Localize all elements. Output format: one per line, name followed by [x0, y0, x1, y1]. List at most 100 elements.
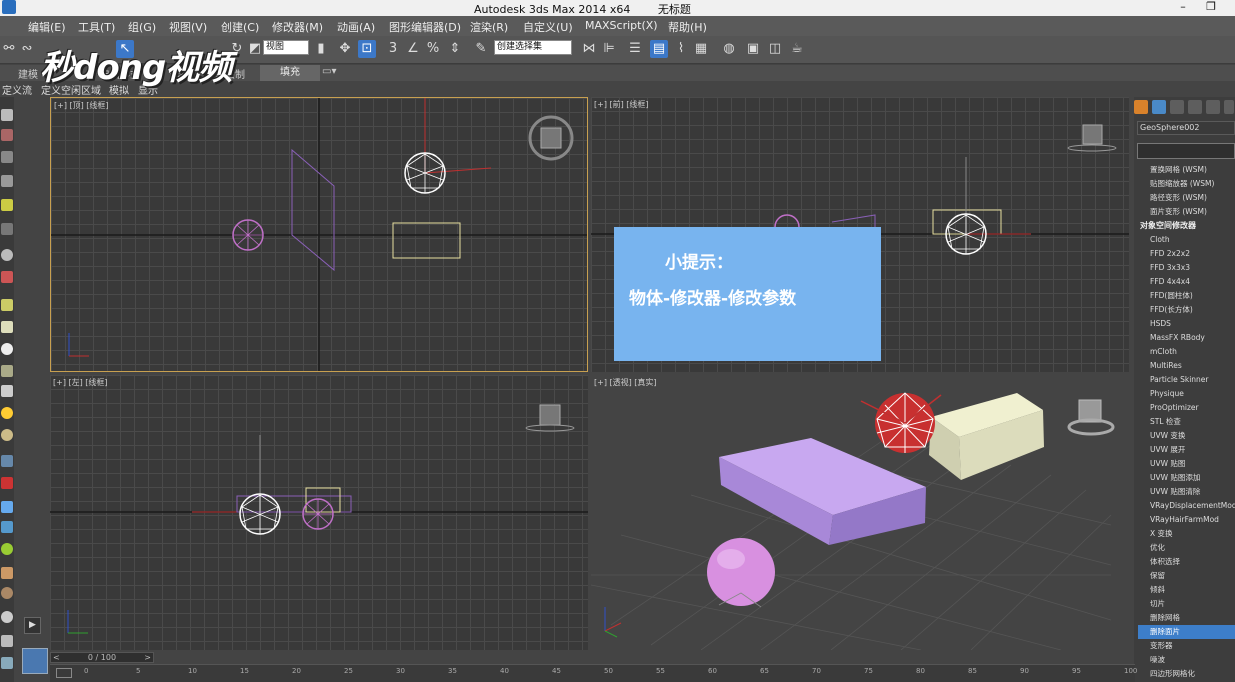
torus-tool-icon[interactable] — [1, 429, 13, 441]
timeline-config-icon[interactable] — [56, 668, 72, 678]
modifier-list-item[interactable]: 贴图缩放器 (WSM) — [1138, 177, 1235, 191]
modifier-list-item[interactable]: UVW 贴图添加 — [1138, 471, 1235, 485]
modifier-list-item[interactable]: 保留 — [1138, 569, 1235, 583]
hierarchy-tab-icon[interactable] — [1170, 100, 1184, 114]
modifier-list-item[interactable]: 倾斜 — [1138, 583, 1235, 597]
pen-tool-icon[interactable] — [1, 477, 13, 489]
menu-graph-editors[interactable]: 图形编辑器(D) — [389, 19, 461, 35]
modifier-list-item[interactable]: FFD 3x3x3 — [1138, 261, 1235, 275]
viewport-left[interactable]: [+] [左] [线框] — [50, 375, 588, 650]
modifier-list-item[interactable]: UVW 展开 — [1138, 443, 1235, 457]
box-tool-icon[interactable] — [1, 299, 13, 311]
render-setup-icon[interactable]: ▣ — [744, 40, 762, 58]
modify-tab-icon[interactable] — [1152, 100, 1166, 114]
edit-named-selection-icon[interactable]: ✎ — [472, 40, 490, 58]
modifier-list-item[interactable]: 体积选择 — [1138, 555, 1235, 569]
manipulate-icon[interactable]: ⊡ — [358, 40, 376, 58]
sphere-tool-icon[interactable] — [1, 249, 13, 261]
utilities-tab-icon[interactable] — [1224, 100, 1234, 114]
modifier-list-item[interactable]: 面片变形 (WSM) — [1138, 205, 1235, 219]
paint-brush-icon[interactable] — [1, 501, 13, 513]
viewport-top[interactable]: [+] [顶] [线框] — [50, 97, 588, 372]
schematic-view-icon[interactable]: ▦ — [692, 40, 710, 58]
modifier-list-item[interactable]: ProOptimizer — [1138, 401, 1235, 415]
paint-icon[interactable] — [1, 129, 13, 141]
menu-edit[interactable]: 编辑(E) — [28, 19, 66, 35]
modifier-list-item[interactable]: Cloth — [1138, 233, 1235, 247]
figure-tool-icon[interactable] — [1, 657, 13, 669]
tube-tool-icon[interactable] — [1, 365, 13, 377]
display-tab-icon[interactable] — [1206, 100, 1220, 114]
modifier-list-item[interactable]: FFD(圆柱体) — [1138, 289, 1235, 303]
modifier-list-item[interactable]: Particle Skinner — [1138, 373, 1235, 387]
menu-tools[interactable]: 工具(T) — [78, 19, 115, 35]
texture-tool-icon[interactable] — [1, 587, 13, 599]
modifier-list-item[interactable]: mCloth — [1138, 345, 1235, 359]
modifier-list-item[interactable]: 删除网格 — [1138, 611, 1235, 625]
percent-snap-icon[interactable]: % — [424, 40, 442, 58]
menu-help[interactable]: 帮助(H) — [668, 19, 707, 35]
menu-rendering[interactable]: 渲染(R) — [470, 19, 508, 35]
modifier-list-item[interactable]: UVW 贴图 — [1138, 457, 1235, 471]
dots-tool-icon[interactable] — [1, 455, 13, 467]
app-logo-icon[interactable] — [2, 0, 16, 14]
menu-modifiers[interactable]: 修改器(M) — [272, 19, 323, 35]
angle-snap-icon[interactable]: ∠ — [404, 40, 422, 58]
brush-icon[interactable] — [1, 109, 13, 121]
modifier-list-item[interactable]: 路径变形 (WSM) — [1138, 191, 1235, 205]
snap-3d-icon[interactable]: 3 — [384, 40, 402, 58]
modifier-list-item[interactable]: 置换网格 (WSM) — [1138, 163, 1235, 177]
modifier-list-item[interactable]: MassFX RBody — [1138, 331, 1235, 345]
modifier-list-item[interactable]: X 变换 — [1138, 527, 1235, 541]
mirror-icon[interactable]: ⋈ — [580, 40, 598, 58]
modifier-list-item[interactable]: STL 检查 — [1138, 415, 1235, 429]
pivot-icon[interactable]: ▮ — [312, 40, 330, 58]
marker-tool-icon[interactable] — [1, 223, 13, 235]
time-slider-next[interactable]: > — [144, 653, 151, 662]
menu-animation[interactable]: 动画(A) — [337, 19, 375, 35]
menu-maxscript[interactable]: MAXScript(X) — [585, 19, 658, 32]
named-selection-set[interactable]: 创建选择集 — [494, 40, 572, 55]
red-tool-icon[interactable] — [1, 271, 13, 283]
menu-create[interactable]: 创建(C) — [221, 19, 259, 35]
create-tab-icon[interactable] — [1134, 100, 1148, 114]
modifier-list-item[interactable]: VRayHairFarmMod — [1138, 513, 1235, 527]
time-slider-prev[interactable]: < — [53, 653, 60, 662]
unlink-icon[interactable]: ∾ — [18, 40, 36, 58]
modifier-list-item[interactable]: 变形器 — [1138, 639, 1235, 653]
modifier-list-dropdown[interactable] — [1137, 143, 1235, 159]
modifier-list-item[interactable]: 噪波 — [1138, 653, 1235, 667]
move-icon[interactable]: ✥ — [336, 40, 354, 58]
highlight-tool-icon[interactable] — [1, 199, 13, 211]
modifier-list-item[interactable]: 切片 — [1138, 597, 1235, 611]
cylinder-tool-icon[interactable] — [1, 321, 13, 333]
modifier-list-item[interactable]: 删除面片 — [1138, 625, 1235, 639]
modifier-list-item[interactable]: Physique — [1138, 387, 1235, 401]
scene-explorer-icon[interactable]: ▤ — [650, 40, 668, 58]
cone-tool-icon[interactable] — [1, 385, 13, 397]
snow-tool-icon[interactable] — [1, 635, 13, 647]
modifier-list-item[interactable]: UVW 贴图清除 — [1138, 485, 1235, 499]
time-slider[interactable]: < 0 / 100 > — [50, 652, 154, 663]
viewport-perspective[interactable]: [+] [透视] [真实] — [591, 375, 1129, 650]
modifier-list-item[interactable]: 优化 — [1138, 541, 1235, 555]
modifier-list-item[interactable]: FFD(长方体) — [1138, 303, 1235, 317]
modifier-list-item[interactable]: VRayDisplacementMod — [1138, 499, 1235, 513]
modifier-list-item[interactable]: FFD 2x2x2 — [1138, 247, 1235, 261]
modifier-list-item[interactable]: 四边形网格化 — [1138, 667, 1235, 681]
orb-tool-icon[interactable] — [1, 611, 13, 623]
modifier-list-item[interactable]: HSDS — [1138, 317, 1235, 331]
viewport-layout-icon[interactable] — [22, 648, 48, 674]
menu-group[interactable]: 组(G) — [128, 19, 156, 35]
subtab-define-flows[interactable]: 定义流 — [2, 82, 32, 97]
spinner-snap-icon[interactable]: ⇕ — [446, 40, 464, 58]
ribbon-options-icon[interactable]: ▭▾ — [322, 66, 336, 77]
layer-manager-icon[interactable]: ☰ — [626, 40, 644, 58]
ribbon-tab-populate[interactable]: 填充 — [260, 65, 320, 81]
scale-icon[interactable]: ◩ — [246, 40, 264, 58]
ball-tool-icon[interactable] — [1, 343, 13, 355]
gear-tool-icon[interactable] — [1, 521, 13, 533]
object-name-field[interactable]: GeoSphere002 — [1137, 121, 1235, 135]
table-tool-icon[interactable] — [1, 175, 13, 187]
restore-button[interactable]: ❐ — [1196, 0, 1226, 16]
